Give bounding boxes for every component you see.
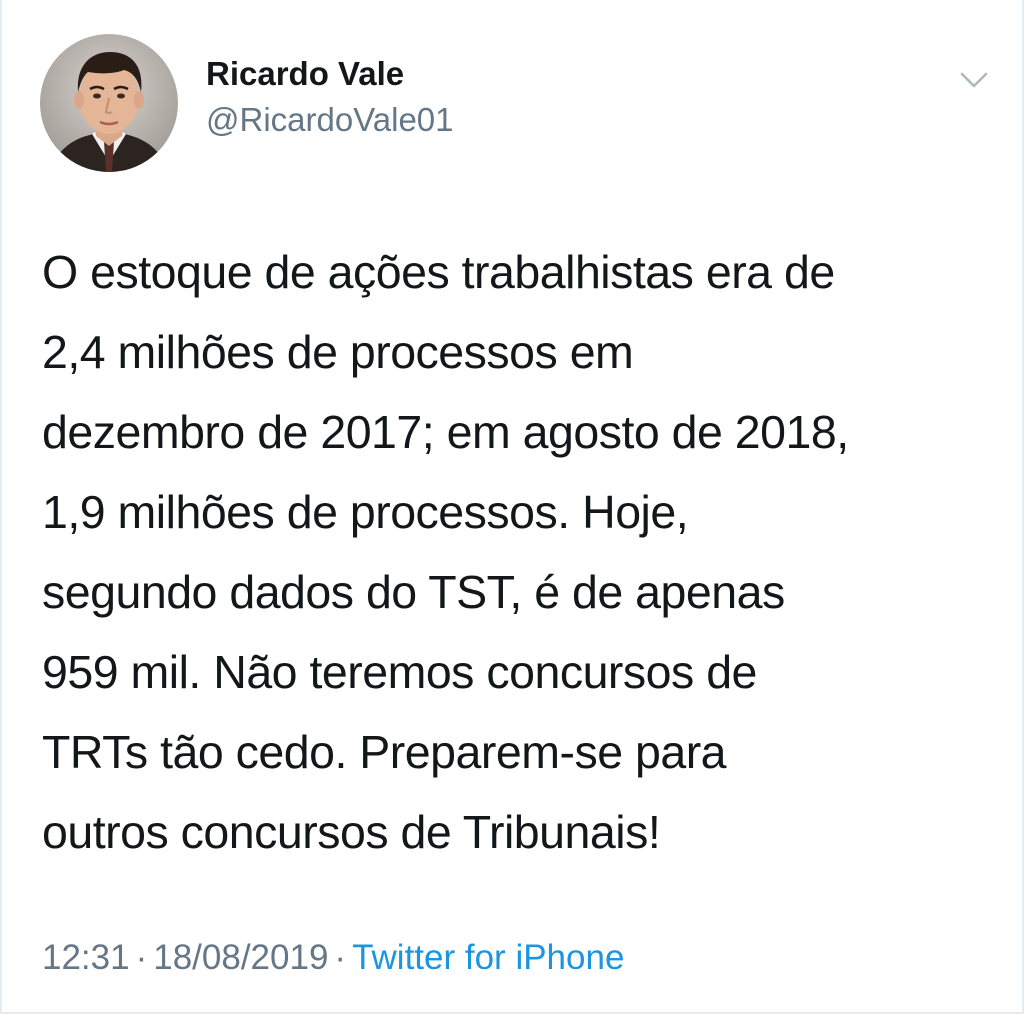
tweet-source-link[interactable]: Twitter for iPhone [352,938,624,977]
meta-separator: · [334,938,347,977]
display-name[interactable]: Ricardo Vale [206,54,454,94]
profile-photo-icon [40,34,178,172]
tweet-time[interactable]: 12:31 [42,938,130,977]
tweet-text-line: 959 mil. Não teremos concursos de [42,646,757,698]
tweet-text-line: TRTs tão cedo. Preparem-se para [42,726,727,778]
tweet-text-line: dezembro de 2017; em agosto de 2018, [42,406,849,458]
tweet-text-line: 1,9 milhões de processos. Hoje, [42,486,689,538]
tweet-card: Ricardo Vale @RicardoVale01 O estoque de… [0,0,1024,1014]
tweet-text-line: outros concursos de Tribunais! [42,806,661,858]
tweet-metadata: 12:31 · 18/08/2019 · Twitter for iPhone [42,930,624,986]
avatar[interactable] [40,34,178,172]
author-info: Ricardo Vale @RicardoVale01 [206,54,454,140]
tweet-text-line: 2,4 milhões de processos em [42,326,634,378]
tweet-menu-button[interactable] [954,62,994,98]
handle[interactable]: @RicardoVale01 [206,100,454,140]
tweet-text-line: O estoque de ações trabalhistas era de [42,246,835,298]
tweet-date[interactable]: 18/08/2019 [153,938,328,977]
tweet-text: O estoque de ações trabalhistas era de 2… [42,232,1002,872]
chevron-down-icon [960,72,988,88]
meta-separator: · [135,938,148,977]
tweet-text-line: segundo dados do TST, é de apenas [42,566,785,618]
